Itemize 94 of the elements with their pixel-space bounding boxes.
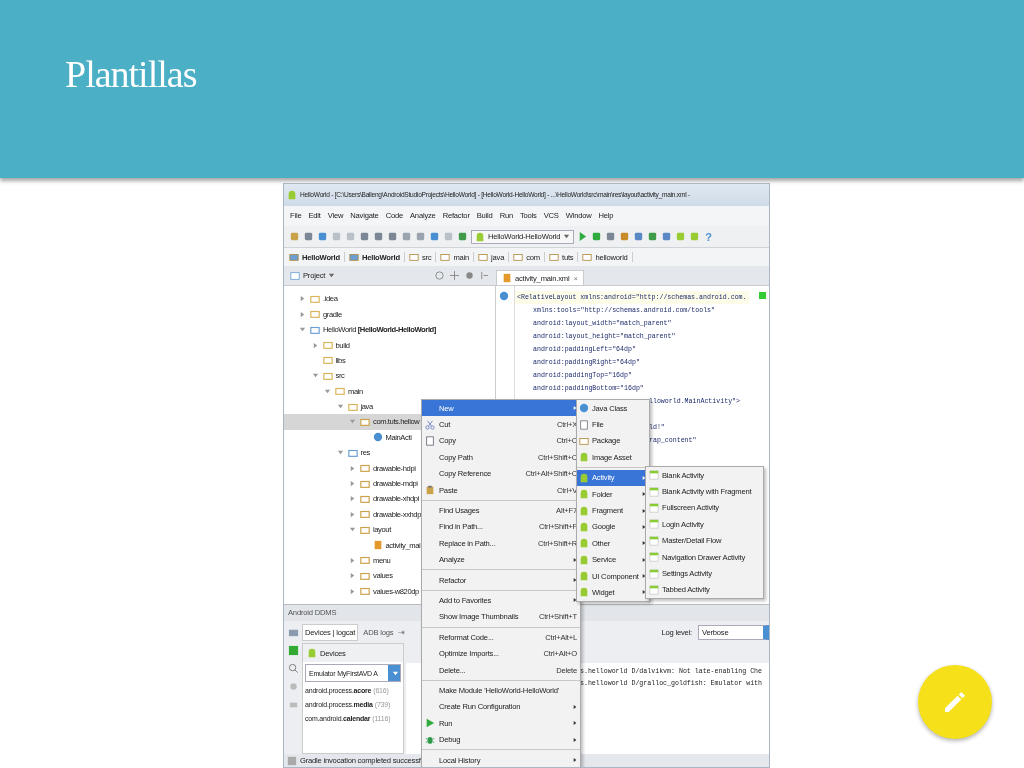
android-icon (579, 489, 589, 500)
android-icon (287, 189, 297, 200)
folder-icon (360, 555, 370, 566)
edit-button[interactable] (918, 665, 992, 739)
plus-icon[interactable] (449, 270, 460, 282)
caret-icon (392, 669, 399, 677)
folder-icon (348, 252, 359, 263)
circle-icon[interactable] (434, 270, 445, 282)
toolbar-icon[interactable] (401, 231, 412, 243)
folder-icon (347, 447, 358, 458)
expander-icon[interactable] (349, 480, 356, 487)
toolbar-icon[interactable] (289, 231, 300, 243)
toolbar-icon[interactable] (387, 231, 398, 243)
android-icon (579, 571, 589, 582)
scissors-icon (425, 419, 435, 430)
toolbar-icon[interactable] (633, 231, 645, 243)
android-icon (579, 472, 589, 483)
folder-icon (360, 586, 370, 597)
caret-icon (328, 272, 336, 280)
android-icon (579, 505, 589, 516)
android-icon (579, 538, 589, 549)
class-icon (498, 291, 509, 302)
window-icon (649, 502, 659, 513)
toolbar-icon[interactable] (689, 231, 701, 243)
folder-icon (360, 509, 370, 520)
folder-icon (440, 252, 451, 263)
folder-icon (360, 524, 370, 535)
play-icon[interactable] (577, 231, 589, 243)
folder-icon (582, 252, 593, 263)
folder-icon (513, 252, 524, 263)
folder-icon (408, 252, 419, 263)
window-icon (649, 535, 659, 546)
toolbar-icon[interactable] (331, 231, 342, 243)
toolbar-icon[interactable] (661, 231, 673, 243)
play-icon (425, 718, 435, 729)
toolbar-icon[interactable] (345, 231, 356, 243)
caret-icon (563, 233, 571, 241)
android-icon (579, 521, 589, 532)
window-icon (649, 519, 659, 530)
class-icon (372, 432, 383, 443)
toolbar-icon[interactable] (359, 231, 370, 243)
android-icon (307, 648, 317, 659)
folder-icon (322, 370, 333, 381)
folder-icon (360, 478, 370, 489)
folder-icon (360, 463, 370, 474)
toolbar-icon[interactable] (303, 231, 314, 243)
tool-icon[interactable] (287, 645, 299, 657)
folder-icon (310, 324, 320, 335)
folder-icon (335, 386, 345, 397)
pin-icon[interactable]: ⇥ (398, 627, 406, 637)
file-icon (502, 273, 512, 284)
folder-icon (310, 293, 320, 304)
file-icon (372, 540, 383, 551)
window-icon (649, 552, 659, 563)
document-icon (579, 419, 589, 430)
folder-icon (360, 570, 370, 581)
toolbar-icon[interactable] (619, 231, 631, 243)
toolbar-icon[interactable] (605, 231, 617, 243)
document-icon (425, 435, 435, 446)
folder-icon (549, 252, 559, 263)
toolbar-icon[interactable] (591, 231, 603, 243)
slide-title: Plantillas (65, 52, 197, 96)
android-icon (475, 231, 485, 242)
toolbar-icon[interactable] (457, 231, 468, 243)
folder-icon (360, 493, 370, 504)
class-icon (579, 403, 589, 414)
android-icon (579, 587, 589, 598)
window-icon (649, 568, 659, 579)
folder-icon (289, 252, 299, 263)
folder-icon (322, 355, 333, 366)
tool-icon[interactable] (287, 627, 299, 639)
android-icon (579, 554, 589, 565)
window-icon (649, 470, 659, 481)
folder-icon (310, 309, 320, 320)
toolbar-icon[interactable] (675, 231, 687, 243)
folder-icon (579, 435, 589, 446)
toolbar-icon[interactable] (443, 231, 454, 243)
folder-icon (360, 416, 370, 427)
toolbar-icon[interactable] (415, 231, 426, 243)
folder-icon (347, 401, 358, 412)
toolbar-icon[interactable] (317, 231, 328, 243)
folder-icon (322, 340, 333, 350)
toolbar-icon[interactable] (373, 231, 384, 243)
search-icon[interactable] (287, 663, 299, 675)
toolbar-icon[interactable] (429, 231, 440, 243)
tool-icon[interactable] (287, 681, 299, 693)
clipboard-icon (425, 485, 435, 496)
toolbar-icon[interactable] (647, 231, 659, 243)
folder-icon (478, 252, 489, 263)
android-icon (579, 452, 589, 463)
bug-icon (425, 734, 435, 745)
window-icon (290, 270, 300, 281)
window-icon (649, 486, 659, 497)
window-icon (649, 584, 659, 595)
